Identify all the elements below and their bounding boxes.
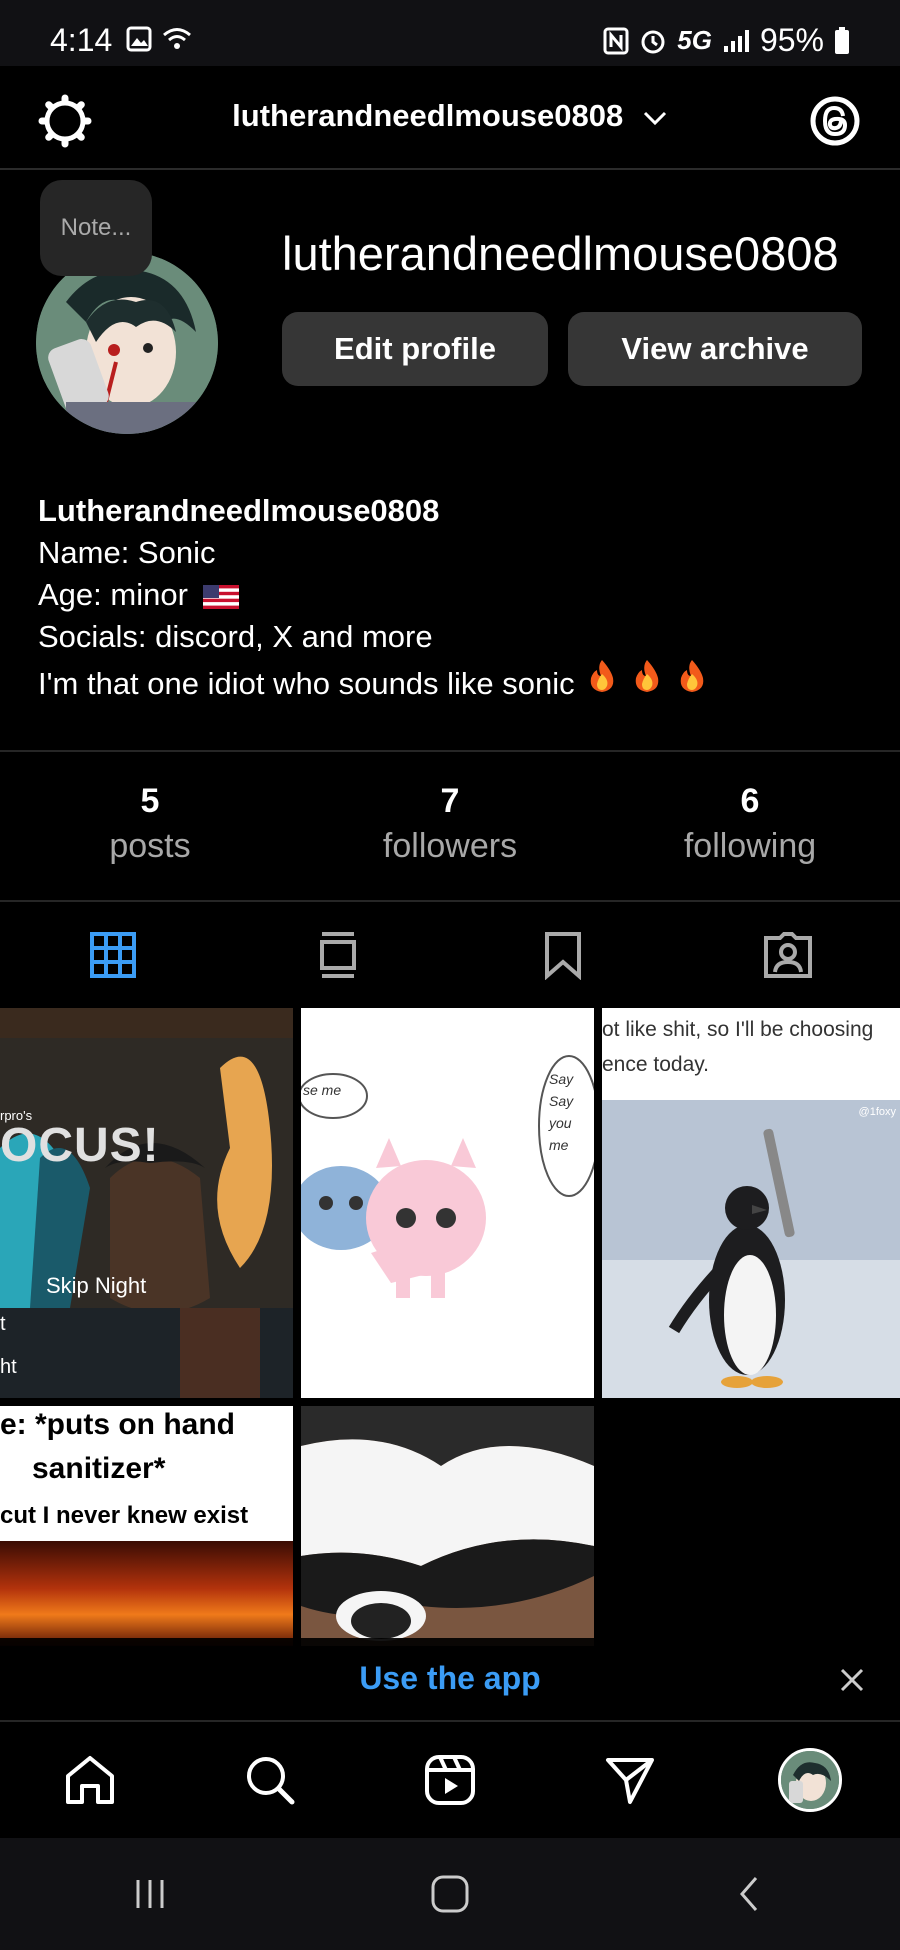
bottom-navigation xyxy=(0,1720,900,1838)
status-bar: 4:14 5G 95% xyxy=(0,0,900,66)
search-icon xyxy=(247,1757,295,1805)
post-thumbnail[interactable] xyxy=(301,1406,594,1646)
bio-line-quote: I'm that one idiot who sounds like sonic xyxy=(38,658,709,705)
post-overlay-text: Skip Night xyxy=(46,1273,147,1298)
nfc-icon xyxy=(603,27,629,54)
bio-line: Name: Sonic xyxy=(38,535,216,570)
profile-avatar-small xyxy=(778,1748,842,1812)
nav-messages[interactable] xyxy=(540,1722,720,1838)
bio-line-age: Age: minor xyxy=(38,574,709,616)
stat-posts[interactable]: 5 posts xyxy=(0,752,300,900)
profile-bio: Lutherandneedlmouse0808 Name: Sonic Age:… xyxy=(38,490,709,705)
recent-apps-icon xyxy=(136,1880,164,1908)
home-button[interactable] xyxy=(300,1838,600,1950)
bio-line: Socials: discord, X and more xyxy=(38,619,433,654)
threads-icon[interactable] xyxy=(808,94,862,148)
note-bubble[interactable]: Note... xyxy=(40,180,152,276)
home-square-icon xyxy=(431,1875,469,1913)
system-navigation-bar xyxy=(0,1838,900,1950)
post-overlay-text: ht xyxy=(0,1356,17,1378)
post-thumbnail[interactable]: ot like shit, so I'll be choosing ence t… xyxy=(602,1008,900,1398)
reels-icon xyxy=(425,1755,475,1805)
post-overlay-text: OCUS! xyxy=(0,1119,160,1172)
post-thumbnail[interactable]: e: *puts on hand sanitizer* cut I never … xyxy=(0,1406,293,1646)
battery-percent: 95% xyxy=(759,22,824,58)
tab-saved[interactable] xyxy=(450,904,675,1006)
post-overlay-text: @1foxy xyxy=(858,1106,896,1118)
use-app-link[interactable]: Use the app xyxy=(0,1660,900,1697)
stat-value: 6 xyxy=(740,782,760,820)
wifi-icon xyxy=(163,28,191,49)
view-archive-button[interactable]: View archive xyxy=(568,312,862,386)
post-thumbnail[interactable]: rpro's OCUS! Skip Night t ht xyxy=(0,1008,293,1398)
grid-icon xyxy=(89,932,136,978)
use-app-banner: Use the app xyxy=(0,1638,900,1720)
post-overlay-text: Say Say you me xyxy=(549,1071,574,1153)
post-overlay-text: ence today. xyxy=(602,1053,710,1076)
battery-icon xyxy=(835,26,849,54)
network-type: 5G xyxy=(677,25,712,55)
stat-label: following xyxy=(683,827,817,865)
nav-home[interactable] xyxy=(0,1722,180,1838)
profile-header: lutherandneedlmouse0808 xyxy=(0,66,900,170)
edit-profile-button[interactable]: Edit profile xyxy=(282,312,548,386)
nav-profile[interactable] xyxy=(720,1722,900,1838)
back-chevron-icon xyxy=(740,1877,758,1911)
post-overlay-text: e: *puts on hand xyxy=(0,1408,235,1441)
nav-search[interactable] xyxy=(180,1722,360,1838)
stat-followers[interactable]: 7 followers xyxy=(300,752,600,900)
fire-emoji-icon xyxy=(591,660,614,692)
profile-avatar[interactable] xyxy=(36,252,218,434)
bio-display-name: Lutherandneedlmouse0808 xyxy=(38,493,440,528)
status-time: 4:14 xyxy=(50,22,113,58)
post-thumbnail[interactable]: se me Say Say you me xyxy=(301,1008,594,1398)
stat-value: 7 xyxy=(440,782,460,820)
alarm-icon xyxy=(641,30,665,53)
feed-icon xyxy=(319,932,356,978)
stat-following[interactable]: 6 following xyxy=(600,752,900,900)
fire-emoji-icon xyxy=(635,660,659,692)
account-switcher[interactable]: lutherandneedlmouse0808 xyxy=(0,98,900,134)
signal-icon xyxy=(723,29,749,52)
nav-reels[interactable] xyxy=(360,1722,540,1838)
fire-emoji-icon xyxy=(680,660,703,692)
profile-stats: 5 posts 7 followers 6 following xyxy=(0,750,900,902)
recent-apps-button[interactable] xyxy=(0,1838,300,1950)
post-overlay-text: se me xyxy=(303,1082,342,1098)
tab-posts-grid[interactable] xyxy=(0,904,225,1006)
gallery-icon xyxy=(126,26,152,52)
profile-username: lutherandneedlmouse0808 xyxy=(282,227,839,280)
close-icon[interactable] xyxy=(834,1662,870,1698)
us-flag-icon xyxy=(202,584,239,609)
post-overlay-text: t xyxy=(0,1313,6,1335)
bookmark-icon xyxy=(544,932,581,980)
stat-label: posts xyxy=(109,827,191,865)
post-overlay-text: ot like shit, so I'll be choosing xyxy=(602,1018,874,1041)
chevron-down-icon xyxy=(643,111,666,125)
back-button[interactable] xyxy=(600,1838,900,1950)
stat-value: 5 xyxy=(140,782,160,820)
home-icon xyxy=(66,1756,114,1804)
header-username: lutherandneedlmouse0808 xyxy=(232,98,624,133)
profile-content-tabs xyxy=(0,904,900,1006)
send-message-icon xyxy=(606,1758,654,1804)
stat-label: followers xyxy=(382,827,518,865)
tab-feed[interactable] xyxy=(225,904,450,1006)
tagged-user-icon xyxy=(763,932,812,978)
post-overlay-text: sanitizer* xyxy=(32,1452,166,1485)
tab-tagged[interactable] xyxy=(675,904,900,1006)
post-overlay-text: cut I never knew exist xyxy=(0,1502,249,1529)
